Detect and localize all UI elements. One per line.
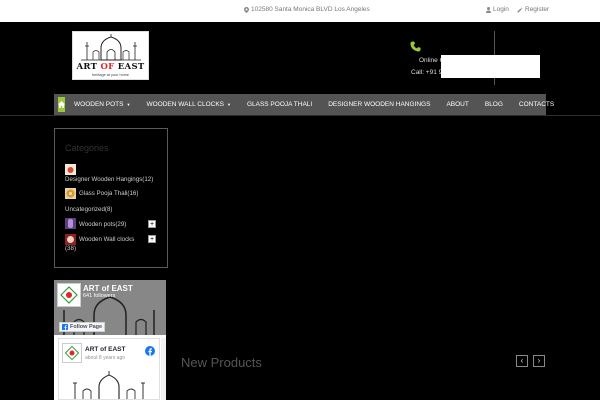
phone-icon xyxy=(410,41,421,52)
logo-text: ART OF EAST xyxy=(76,62,145,72)
post-page-name[interactable]: ART of EAST xyxy=(85,346,125,353)
nav-contacts[interactable]: CONTACTS xyxy=(511,94,562,115)
login-label: Login xyxy=(493,6,509,13)
category-wooden-pots[interactable]: Wooden pots(29) xyxy=(79,221,126,228)
categories-widget: Categories Designer Wooden Hangings(12) … xyxy=(54,128,168,268)
prev-arrow-button[interactable]: ‹ xyxy=(516,355,528,367)
category-thumbnail xyxy=(65,188,76,199)
taj-mahal-post-image-icon xyxy=(73,371,145,399)
category-wooden-wall-clocks[interactable]: Wooden Wall clocks xyxy=(79,236,134,243)
category-count: (38) xyxy=(65,245,77,252)
nav-wooden-pots[interactable]: WOODEN POTS ▼ xyxy=(65,94,138,115)
facebook-avatar[interactable] xyxy=(57,283,81,307)
address-text: 102580 Santa Monica BLVD Los Angeles xyxy=(251,6,370,13)
category-designer-wooden-hangings[interactable]: Designer Wooden Hangings(12) xyxy=(65,176,153,183)
caret-down-icon: ▼ xyxy=(226,102,231,107)
map-pin-icon xyxy=(244,6,249,13)
nav-designer-wooden-hangings[interactable]: DESIGNER WOODEN HANGINGS xyxy=(320,94,438,115)
pencil-icon xyxy=(517,7,523,12)
facebook-follow-button[interactable]: Follow Page xyxy=(59,322,105,332)
call-number: Call: +91 9 xyxy=(411,69,443,76)
register-label: Register xyxy=(525,6,550,13)
facebook-page-widget: ART of EAST 641 followers Follow Page AR… xyxy=(54,280,166,400)
category-uncategorized[interactable]: Uncategorized(8) xyxy=(65,206,112,213)
nav-blog[interactable]: BLOG xyxy=(477,94,511,115)
facebook-post: ART of EAST about 8 years ago xyxy=(58,338,160,400)
facebook-scrollbar[interactable] xyxy=(161,338,166,400)
category-thumbnail xyxy=(65,218,76,229)
facebook-followers: 641 followers xyxy=(83,293,116,299)
expand-wooden-pots-button[interactable]: + xyxy=(148,220,156,228)
header-search-box[interactable] xyxy=(441,55,540,78)
register-link[interactable]: Register xyxy=(517,6,549,13)
nav-underline xyxy=(0,115,600,116)
facebook-page-name[interactable]: ART of EAST xyxy=(83,284,133,293)
home-button[interactable] xyxy=(58,97,65,112)
facebook-cover[interactable]: ART of EAST 641 followers Follow Page xyxy=(54,280,166,335)
taj-mahal-logo-icon xyxy=(81,34,141,61)
category-thumbnail xyxy=(65,234,76,245)
logo-tagline: heritage at your home xyxy=(92,73,129,77)
next-arrow-button[interactable]: › xyxy=(533,355,545,367)
login-link[interactable]: Login xyxy=(486,6,509,13)
category-thumbnail xyxy=(65,164,76,175)
post-avatar[interactable] xyxy=(62,343,82,363)
categories-title: Categories xyxy=(65,143,109,153)
facebook-logo-icon[interactable] xyxy=(145,346,155,356)
site-logo[interactable]: ART OF EAST heritage at your home xyxy=(72,31,149,80)
post-time[interactable]: about 8 years ago xyxy=(85,355,125,361)
top-bar: 102580 Santa Monica BLVD Los Angeles Log… xyxy=(0,0,600,22)
caret-down-icon: ▼ xyxy=(126,102,131,107)
category-glass-pooja-thali[interactable]: Glass Pooja Thali(16) xyxy=(79,190,138,197)
nav-glass-pooja-thali[interactable]: GLASS POOJA THALI xyxy=(239,94,320,115)
address: 102580 Santa Monica BLVD Los Angeles xyxy=(244,6,370,13)
main-nav: WOODEN POTS ▼ WOODEN WALL CLOCKS ▼ GLASS P… xyxy=(54,94,554,115)
user-icon xyxy=(486,6,491,13)
nav-wooden-wall-clocks[interactable]: WOODEN WALL CLOCKS ▼ xyxy=(138,94,239,115)
nav-about[interactable]: ABOUT xyxy=(438,94,476,115)
facebook-icon xyxy=(62,324,68,330)
new-products-title: New Products xyxy=(181,355,262,370)
expand-wooden-wall-clocks-button[interactable]: + xyxy=(148,235,156,243)
home-icon xyxy=(58,101,65,108)
